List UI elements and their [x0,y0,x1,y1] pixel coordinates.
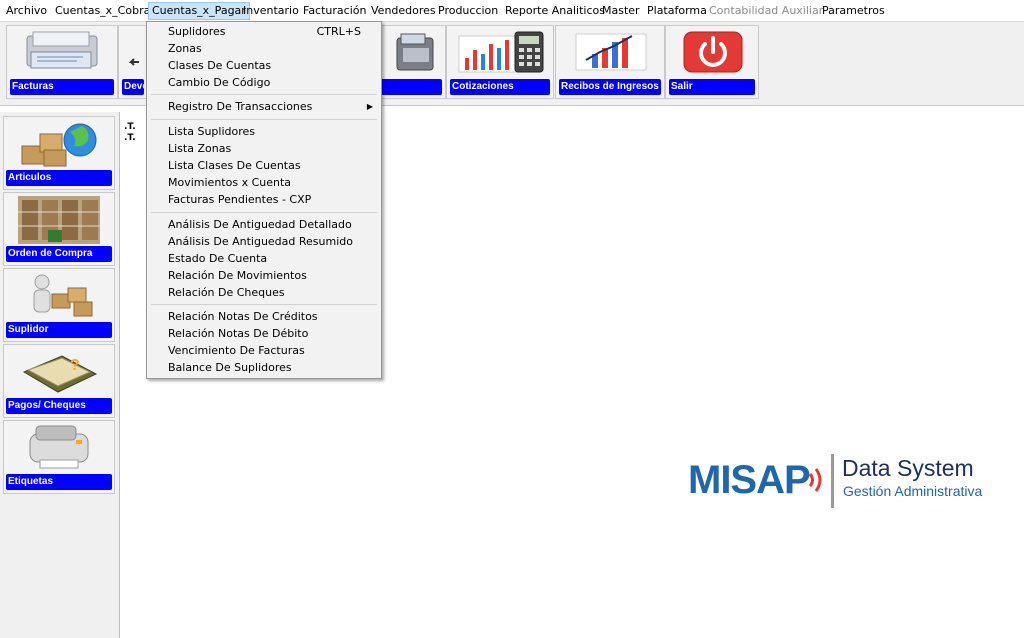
facturas-button[interactable]: Facturas [6,25,118,99]
svg-text:?: ? [70,357,80,374]
menu-item-analisis-antiguedad-resumido[interactable]: Análisis De Antiguedad Resumido [149,233,379,250]
supplier-boxes-icon [33,274,93,317]
menu-item-relacion-de-movimientos[interactable]: Relación De Movimientos [149,267,379,284]
menu-item-clases-de-cuentas[interactable]: Clases De Cuentas [149,57,379,74]
submenu-arrow-icon: ▶ [366,102,373,111]
articulos-button[interactable]: Articulos [3,116,115,190]
etiquetas-button[interactable]: Etiquetas [3,420,115,494]
stub-text-line-1: .T. [124,122,136,132]
menu-bar: Archivo Cuentas_x_Cobrar Cuentas_x_Pagar… [0,0,1024,22]
globe-boxes-icon [21,123,97,167]
menu-parametros[interactable]: Parametros [819,2,888,20]
menu-archivo[interactable]: Archivo [3,2,50,20]
articulos-label: Articulos [6,170,112,186]
suplidor-label: Suplidor [6,322,112,338]
stub-text: .T. .T. [124,122,136,144]
income-receipt-icon [575,33,647,71]
cotizaciones-button[interactable]: Cotizaciones [446,25,554,99]
orden-de-compra-label: Orden de Compra [6,246,112,262]
etiquetas-label: Etiquetas [6,474,112,490]
logo-product: Data System [842,455,974,481]
menu-item-lista-zonas[interactable]: Lista Zonas [149,140,379,157]
menu-plataforma[interactable]: Plataforma [644,2,710,20]
checkbook-icon: ? [22,355,98,393]
menu-item-relacion-de-cheques[interactable]: Relación De Cheques [149,284,379,301]
menu-contabilidad-auxiliar: Contabilidad Auxiliar [709,4,824,17]
menu-item-registro-de-transacciones[interactable]: Registro De Transacciones ▶ [149,98,379,115]
menu-vendedores[interactable]: Vendedores [368,2,439,20]
menu-item-cambio-de-codigo[interactable]: Cambio De Código [149,74,379,91]
devoluciones-label: Devo [122,79,144,95]
invoice-printer-icon [26,31,98,69]
menu-item-shortcut: CTRL+S [316,25,361,38]
suplidor-button[interactable]: Suplidor [3,268,115,342]
logo-divider [831,454,834,508]
cuentas-x-pagar-dropdown: Suplidores CTRL+S Zonas Clases De Cuenta… [146,21,382,379]
return-icon [128,58,139,66]
cotizaciones-label: Cotizaciones [450,79,550,95]
menu-item-analisis-antiguedad-detallado[interactable]: Análisis De Antiguedad Detallado [149,216,379,233]
misap-logo: MISAP Data System Gestión Administrativa [688,454,988,510]
left-sidebar: Articulos Orden de Compra Suplidor ? Pag… [0,112,120,638]
menu-facturacion[interactable]: Facturación [300,2,369,20]
label-printer-icon [29,425,89,469]
salir-label: Salir [669,79,755,95]
devoluciones-button[interactable]: Devo [118,25,148,99]
logo-brand: MISAP [688,458,811,502]
menu-produccion[interactable]: Produccion [435,2,501,20]
recibos-de-ingresos-label: Recibos de Ingresos [559,79,661,95]
menu-item-lista-clases-de-cuentas[interactable]: Lista Clases De Cuentas [149,157,379,174]
stub-text-line-2: .T. [124,133,136,143]
menu-item-estado-de-cuenta[interactable]: Estado De Cuenta [149,250,379,267]
menu-cuentas-x-cobrar[interactable]: Cuentas_x_Cobrar [52,2,158,20]
power-icon [683,31,743,73]
menu-item-zonas[interactable]: Zonas [149,40,379,57]
menu-item-movimientos-x-cuenta[interactable]: Movimientos x Cuenta [149,174,379,191]
menu-item-label: Suplidores [168,25,226,38]
warehouse-icon [18,196,100,244]
signal-waves-icon [808,468,822,492]
menu-item-lista-suplidores[interactable]: Lista Suplidores [149,123,379,140]
recibos-de-ingresos-button[interactable]: Recibos de Ingresos [555,25,665,99]
menu-master[interactable]: Master [599,2,643,20]
logo-tagline: Gestión Administrativa [843,483,983,499]
menu-inventario[interactable]: Inventario [240,2,302,20]
menu-item-relacion-notas-creditos[interactable]: Relación Notas De Créditos [149,308,379,325]
chart-calculator-icon [458,31,544,73]
menu-separator [151,304,377,305]
menu-item-vencimiento-de-facturas[interactable]: Vencimiento De Facturas [149,342,379,359]
menu-item-balance-de-suplidores[interactable]: Balance De Suplidores [149,359,379,376]
salir-button[interactable]: Salir [665,25,759,99]
menu-cuentas-x-pagar[interactable]: Cuentas_x_Pagar [148,2,250,20]
menu-item-relacion-notas-debito[interactable]: Relación Notas De Débito [149,325,379,342]
menu-item-facturas-pendientes[interactable]: Facturas Pendientes - CXP [149,191,379,208]
menu-item-suplidores[interactable]: Suplidores CTRL+S [149,23,379,40]
pagos-cheques-label: Pagos/ Cheques [6,398,112,414]
menu-separator [151,119,377,120]
pagos-cheques-button[interactable]: ? Pagos/ Cheques [3,344,115,418]
facturas-label: Facturas [10,79,114,95]
menu-item-label: Registro De Transacciones [168,100,313,113]
menu-separator [151,94,377,95]
menu-separator [151,212,377,213]
menu-reporte-analiticos[interactable]: Reporte Analiticos [502,2,608,20]
orden-de-compra-button[interactable]: Orden de Compra [3,192,115,266]
